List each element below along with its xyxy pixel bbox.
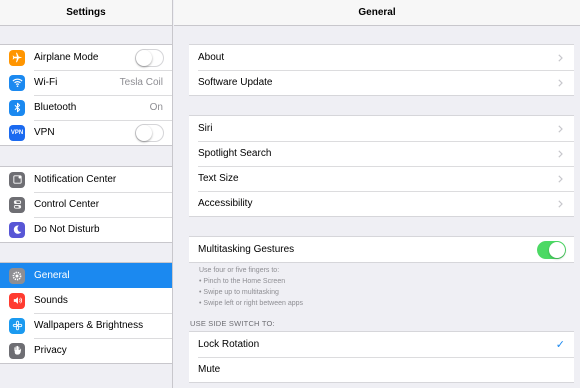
chevron-right-icon	[553, 124, 567, 133]
moon-icon	[9, 221, 25, 238]
wifi-network-value: Tesla Coil	[119, 77, 163, 88]
sidebar-item-label: Airplane Mode	[34, 52, 99, 63]
sidebar-item-wifi[interactable]: Wi-Fi Tesla Coil	[0, 70, 172, 95]
row-label: About	[198, 52, 225, 63]
airplane-icon	[9, 49, 25, 66]
chevron-right-icon	[553, 199, 567, 208]
chevron-right-icon	[553, 53, 567, 62]
row-label: Text Size	[198, 173, 239, 184]
chevron-right-icon	[553, 174, 567, 183]
row-label: Mute	[198, 364, 221, 375]
general-group-info: About Software Update	[189, 44, 574, 96]
checkmark-icon: ✓	[555, 339, 565, 351]
general-group-features: Siri Spotlight Search Text Size Accessib…	[189, 115, 574, 217]
general-panel: General About Software Update Siri Spotl…	[174, 0, 580, 388]
sidebar-item-label: Notification Center	[34, 174, 117, 185]
hint-line: • Swipe up to multitasking	[199, 289, 279, 296]
sidebar-group-centers: Notification Center Control Center Do No…	[0, 166, 172, 243]
row-about[interactable]: About	[189, 45, 574, 70]
row-siri[interactable]: Siri	[189, 116, 574, 141]
vpn-icon: VPN	[9, 124, 25, 141]
sidebar-item-airplane-mode[interactable]: Airplane Mode	[0, 45, 172, 70]
bluetooth-status-value: On	[149, 102, 163, 113]
gear-icon	[9, 267, 25, 284]
side-switch-group: Lock Rotation ✓ Mute	[189, 331, 574, 383]
hint-line: • Swipe left or right between apps	[199, 300, 304, 307]
speaker-icon	[9, 292, 25, 309]
chevron-right-icon	[553, 78, 567, 87]
sidebar-item-general[interactable]: General	[0, 263, 172, 288]
sidebar-item-wallpapers-brightness[interactable]: Wallpapers & Brightness	[0, 313, 172, 338]
sidebar-item-label: Wi-Fi	[34, 77, 58, 88]
sidebar-item-label: Privacy	[34, 345, 67, 356]
multitasking-hint: Use four or five fingers to: • Pinch to …	[199, 265, 303, 309]
sidebar-item-control-center[interactable]: Control Center	[0, 192, 172, 217]
sidebar-item-do-not-disturb[interactable]: Do Not Disturb	[0, 217, 172, 242]
row-accessibility[interactable]: Accessibility	[189, 191, 574, 216]
wifi-icon	[9, 74, 25, 91]
toggle-knob	[136, 124, 152, 141]
hint-line: Use four or five fingers to:	[199, 267, 280, 274]
row-label: Siri	[198, 123, 213, 134]
row-spotlight-search[interactable]: Spotlight Search	[189, 141, 574, 166]
row-software-update[interactable]: Software Update	[189, 70, 574, 95]
row-label: Spotlight Search	[198, 148, 272, 159]
side-switch-section-title: USE SIDE SWITCH TO:	[190, 319, 275, 328]
row-label: Lock Rotation	[198, 339, 260, 350]
sidebar-item-label: General	[34, 270, 70, 281]
row-mute[interactable]: Mute	[189, 357, 574, 382]
row-label: Multitasking Gestures	[198, 244, 295, 255]
hand-icon	[9, 342, 25, 359]
sidebar-item-label: Do Not Disturb	[34, 224, 100, 235]
toggle-knob	[549, 241, 565, 258]
sidebar-item-label: Bluetooth	[34, 102, 77, 113]
sidebar-item-sounds[interactable]: Sounds	[0, 288, 172, 313]
sidebar-title: Settings	[0, 0, 172, 26]
chevron-right-icon	[553, 149, 567, 158]
page-title: General	[174, 0, 580, 26]
sidebar-item-label: Sounds	[34, 295, 68, 306]
sidebar-item-label: Control Center	[34, 199, 100, 210]
sidebar-item-notification-center[interactable]: Notification Center	[0, 167, 172, 192]
sidebar-item-privacy[interactable]: Privacy	[0, 338, 172, 363]
hint-line: • Pinch to the Home Screen	[199, 278, 286, 285]
sidebar-item-label: VPN	[34, 127, 55, 138]
row-label: Software Update	[198, 77, 273, 88]
multitasking-gestures-toggle[interactable]	[537, 240, 566, 259]
row-text-size[interactable]: Text Size	[189, 166, 574, 191]
row-multitasking-gestures: Multitasking Gestures	[189, 237, 574, 262]
notification-center-icon	[9, 171, 25, 188]
bluetooth-icon	[9, 99, 25, 116]
sidebar-item-vpn[interactable]: VPN VPN	[0, 120, 172, 145]
control-center-icon	[9, 196, 25, 213]
general-group-multitasking: Multitasking Gestures	[189, 236, 574, 263]
settings-sidebar: Settings Airplane Mode Wi-Fi Tesla Coil …	[0, 0, 173, 388]
sidebar-item-label: Wallpapers & Brightness	[34, 320, 144, 331]
airplane-mode-toggle[interactable]	[135, 48, 164, 67]
sidebar-group-connectivity: Airplane Mode Wi-Fi Tesla Coil Bluetooth…	[0, 44, 172, 146]
row-lock-rotation[interactable]: Lock Rotation ✓	[189, 332, 574, 357]
sidebar-group-device: General Sounds Wallpapers & Brightness P…	[0, 262, 172, 364]
vpn-toggle[interactable]	[135, 123, 164, 142]
row-label: Accessibility	[198, 198, 253, 209]
sidebar-item-bluetooth[interactable]: Bluetooth On	[0, 95, 172, 120]
flower-icon	[9, 317, 25, 334]
toggle-knob	[136, 49, 152, 66]
